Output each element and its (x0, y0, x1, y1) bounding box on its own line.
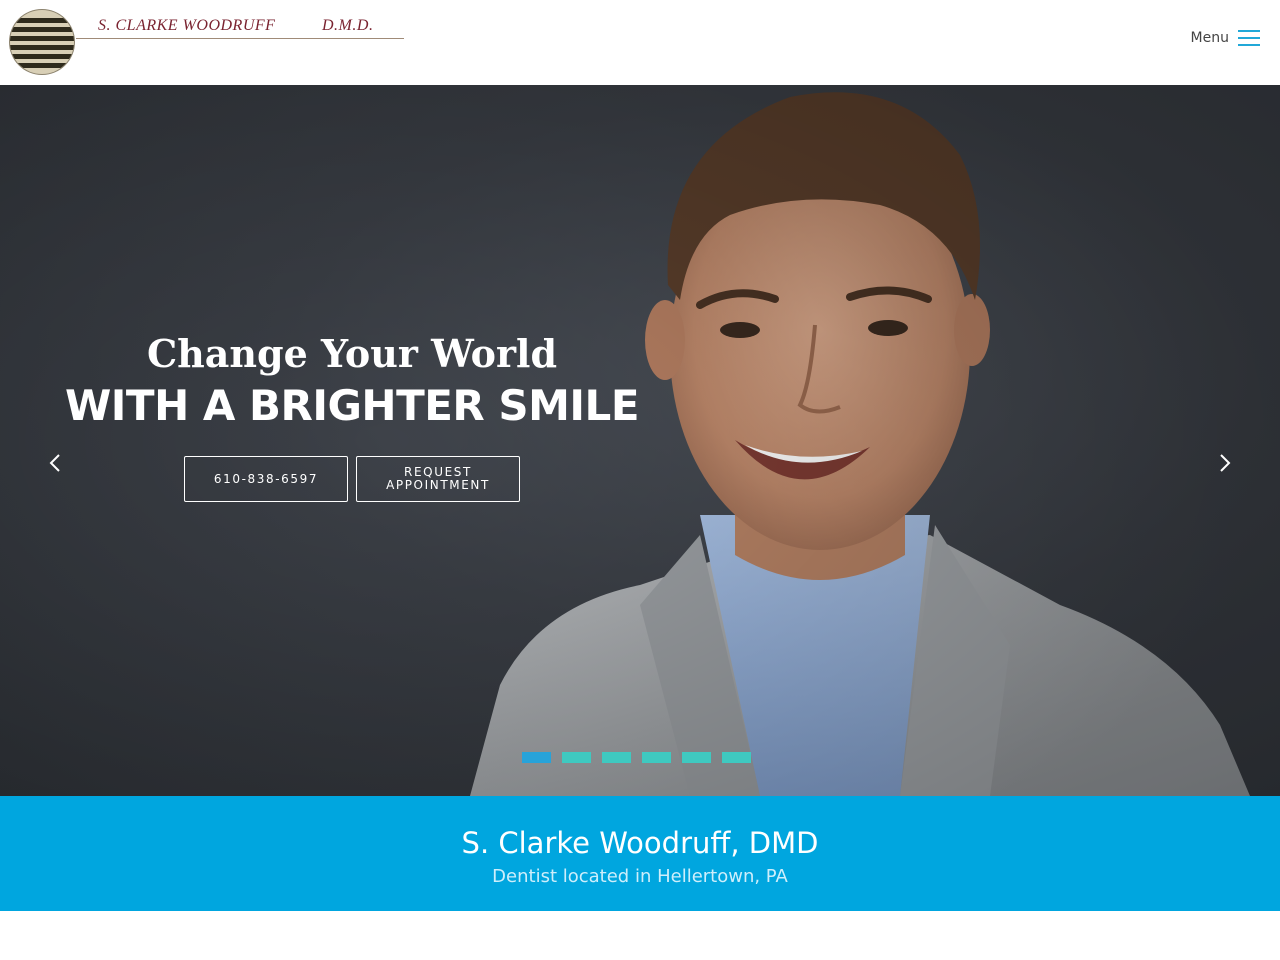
slider-dot-4[interactable] (642, 752, 671, 763)
practice-location: Dentist located in Hellertown, PA (492, 866, 788, 887)
slider-dot-2[interactable] (562, 752, 591, 763)
hamburger-icon (1238, 30, 1260, 46)
slider-dot-5[interactable] (682, 752, 711, 763)
hero-photo (0, 85, 1280, 796)
site-header: S. CLARKE WOODRUFF D.M.D. Menu (0, 0, 1280, 85)
logo-text: S. CLARKE WOODRUFF D.M.D. (76, 17, 404, 39)
request-appointment-button[interactable]: REQUEST APPOINTMENT (356, 456, 520, 502)
content-area (0, 911, 1280, 960)
hero-subtitle: WITH A BRIGHTER SMILE (64, 381, 640, 430)
hero-title: Change Your World (146, 331, 558, 376)
call-phone-button[interactable]: 610-838-6597 (184, 456, 348, 502)
hero-slider: Change Your World WITH A BRIGHTER SMILE … (0, 85, 1280, 796)
menu-label: Menu (1190, 30, 1229, 46)
practice-name: S. Clarke Woodruff, DMD (461, 826, 819, 860)
logo-suffix: D.M.D. (322, 17, 374, 34)
site-logo[interactable]: S. CLARKE WOODRUFF D.M.D. (10, 8, 410, 78)
logo-emblem-icon (10, 10, 74, 74)
logo-name: S. CLARKE WOODRUFF (98, 17, 276, 34)
chevron-right-icon[interactable] (1212, 451, 1236, 475)
practice-banner: S. Clarke Woodruff, DMD Dentist located … (0, 796, 1280, 911)
slider-dot-6[interactable] (722, 752, 751, 763)
chevron-left-icon[interactable] (44, 451, 68, 475)
slider-dot-1[interactable] (522, 752, 551, 763)
slider-dots (522, 752, 751, 763)
menu-button[interactable]: Menu (1191, 26, 1260, 50)
slider-dot-3[interactable] (602, 752, 631, 763)
